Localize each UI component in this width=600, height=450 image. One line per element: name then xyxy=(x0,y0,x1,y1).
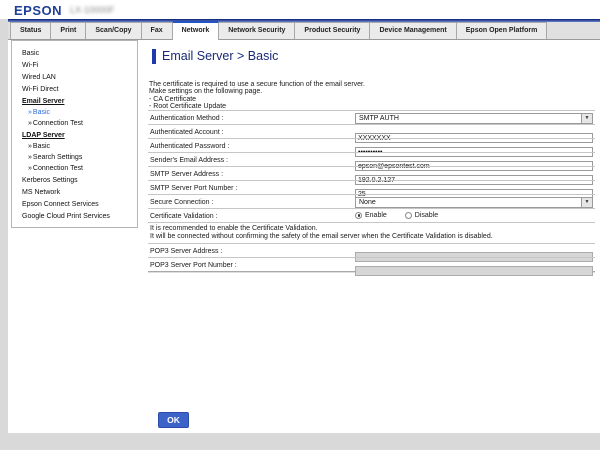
ok-button[interactable]: OK xyxy=(158,412,189,428)
sub-item-marker: » xyxy=(28,165,32,172)
email-server-form: Authentication Method : SMTP AUTH ▼ Auth… xyxy=(148,110,595,272)
note-line: It will be connected without confirming … xyxy=(150,233,595,241)
radio-disable-label: Disable xyxy=(415,212,438,219)
tab-network[interactable]: Network xyxy=(172,21,220,40)
epson-logo: EPSON xyxy=(14,3,62,18)
certificate-validation-radiogroup: Enable Disable xyxy=(355,211,593,219)
row-authenticated-account: Authenticated Account : xyxy=(148,124,595,138)
sub-item-marker: » xyxy=(28,154,32,161)
top-tab-bar: Status Print Scan/Copy Fax Network Netwo… xyxy=(8,22,600,40)
selected-value: None xyxy=(356,198,592,207)
row-smtp-server-port: SMTP Server Port Number : xyxy=(148,180,595,194)
sub-item-marker: » xyxy=(28,109,32,116)
row-authentication-method: Authentication Method : SMTP AUTH ▼ xyxy=(148,110,595,124)
certificate-validation-disable-option[interactable]: Disable xyxy=(405,212,438,219)
sidebar-item-epson-connect-services[interactable]: Epson Connect Services xyxy=(12,198,137,210)
certificate-validation-note: It is recommended to enable the Certific… xyxy=(148,222,595,243)
tab-epson-open-platform[interactable]: Epson Open Platform xyxy=(456,22,548,39)
certificate-validation-enable-option[interactable]: Enable xyxy=(355,212,387,219)
sidebar-item-wifi[interactable]: Wi-Fi xyxy=(12,59,137,71)
sidebar-section-email-server[interactable]: Email Server xyxy=(12,95,137,107)
sidebar-item-label: Connection Test xyxy=(33,165,83,172)
sidebar-item-ldap-basic[interactable]: »Basic xyxy=(12,141,137,152)
authentication-method-label: Authentication Method : xyxy=(150,115,224,122)
pop3-server-port-input xyxy=(355,266,593,276)
web-config-page: EPSON LX-10000F Status Print Scan/Copy F… xyxy=(8,0,600,433)
row-pop3-server-address: POP3 Server Address : xyxy=(148,243,595,257)
tab-status[interactable]: Status xyxy=(10,22,51,39)
sidebar-item-label: Search Settings xyxy=(33,154,82,161)
sidebar-item-label: Connection Test xyxy=(33,120,83,127)
tab-fax[interactable]: Fax xyxy=(141,22,173,39)
row-secure-connection: Secure Connection : None ▼ xyxy=(148,194,595,208)
sidebar-section-ldap-server[interactable]: LDAP Server xyxy=(12,129,137,141)
pop3-server-address-label: POP3 Server Address : xyxy=(150,248,222,255)
tab-product-security[interactable]: Product Security xyxy=(294,22,370,39)
authenticated-account-label: Authenticated Account : xyxy=(150,129,224,136)
row-authenticated-password: Authenticated Password : xyxy=(148,138,595,152)
radio-disable-icon[interactable] xyxy=(405,212,412,219)
tab-device-management[interactable]: Device Management xyxy=(369,22,456,39)
intro-line: - CA Certificate xyxy=(149,96,365,103)
sidebar-item-basic[interactable]: Basic xyxy=(12,47,137,59)
dropdown-arrow-icon: ▼ xyxy=(581,198,592,207)
radio-enable-icon[interactable] xyxy=(355,212,362,219)
intro-line: The certificate is required to use a sec… xyxy=(149,81,365,88)
row-pop3-server-port: POP3 Server Port Number : xyxy=(148,257,595,271)
secure-connection-label: Secure Connection : xyxy=(150,199,213,206)
smtp-server-address-label: SMTP Server Address : xyxy=(150,171,223,178)
sidebar-item-label: Basic xyxy=(33,143,50,150)
printer-model-label: LX-10000F xyxy=(70,5,115,15)
sub-item-marker: » xyxy=(28,143,32,150)
sidebar-item-wifi-direct[interactable]: Wi-Fi Direct xyxy=(12,83,137,95)
secure-connection-select[interactable]: None ▼ xyxy=(355,197,593,208)
sidebar-item-email-server-connection-test[interactable]: »Connection Test xyxy=(12,118,137,129)
intro-text: The certificate is required to use a sec… xyxy=(149,81,365,110)
sidebar-item-label: Basic xyxy=(33,109,50,116)
intro-line: Make settings on the following page. xyxy=(149,88,365,95)
tab-print[interactable]: Print xyxy=(50,22,86,39)
dropdown-arrow-icon: ▼ xyxy=(581,114,592,123)
page-title-accent-bar xyxy=(152,49,156,64)
authentication-method-select[interactable]: SMTP AUTH ▼ xyxy=(355,113,593,124)
page-title: Email Server > Basic xyxy=(162,49,278,63)
sidebar-item-ldap-search-settings[interactable]: »Search Settings xyxy=(12,152,137,163)
sidebar-item-google-cloud-print-services[interactable]: Google Cloud Print Services xyxy=(12,210,137,222)
row-certificate-validation: Certificate Validation : Enable Disable xyxy=(148,208,595,222)
sub-item-marker: » xyxy=(28,120,32,127)
pop3-server-port-label: POP3 Server Port Number : xyxy=(150,262,237,269)
certificate-validation-label: Certificate Validation : xyxy=(150,213,218,220)
row-sender-email: Sender's Email Address : xyxy=(148,152,595,166)
tab-network-security[interactable]: Network Security xyxy=(218,22,295,39)
authenticated-password-label: Authenticated Password : xyxy=(150,143,229,150)
sidebar-item-email-server-basic[interactable]: »Basic xyxy=(12,107,137,118)
network-sidebar: Basic Wi-Fi Wired LAN Wi-Fi Direct Email… xyxy=(11,40,138,228)
selected-value: SMTP AUTH xyxy=(356,114,592,123)
smtp-server-port-label: SMTP Server Port Number : xyxy=(150,185,237,192)
row-smtp-server-address: SMTP Server Address : xyxy=(148,166,595,180)
sender-email-label: Sender's Email Address : xyxy=(150,157,228,164)
sidebar-item-ms-network[interactable]: MS Network xyxy=(12,186,137,198)
sidebar-item-ldap-connection-test[interactable]: »Connection Test xyxy=(12,163,137,174)
tab-scan-copy[interactable]: Scan/Copy xyxy=(85,22,141,39)
radio-enable-label: Enable xyxy=(365,212,387,219)
sidebar-item-wired-lan[interactable]: Wired LAN xyxy=(12,71,137,83)
corner-patch xyxy=(0,0,8,19)
sidebar-item-kerberos-settings[interactable]: Kerberos Settings xyxy=(12,174,137,186)
note-line: It is recommended to enable the Certific… xyxy=(150,225,595,233)
